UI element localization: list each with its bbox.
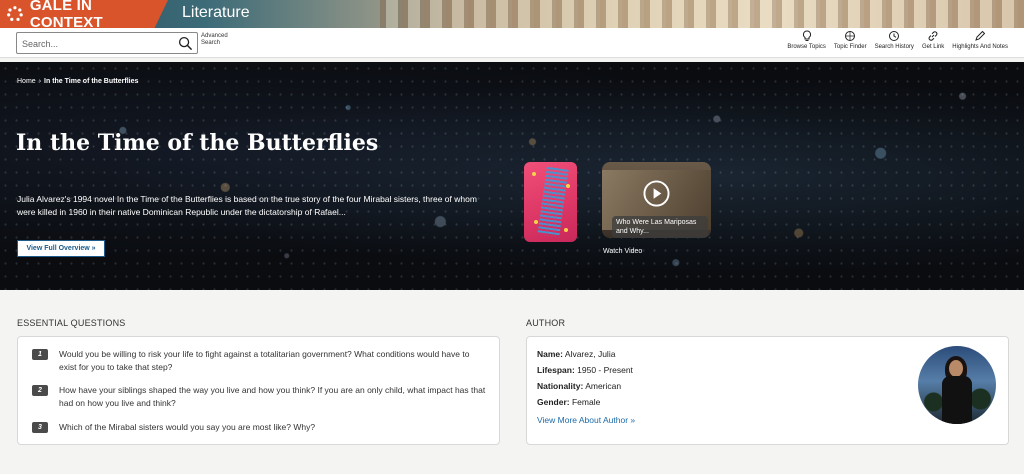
search-input[interactable] [22, 36, 172, 51]
brand-bar: GALE IN CONTEXT Literature [0, 0, 1024, 28]
topic-finder-button[interactable]: Topic Finder [834, 30, 867, 50]
photo-face [949, 360, 963, 377]
author-nationality-label: Nationality: [537, 381, 584, 391]
get-link-button[interactable]: Get Link [922, 30, 944, 50]
get-link-label: Get Link [921, 44, 945, 50]
browse-topics-label: Browse Topics [787, 44, 826, 50]
gale-logo[interactable]: GALE IN CONTEXT [0, 0, 168, 28]
author-panel: Name: Alvarez, Julia Lifespan: 1950 - Pr… [526, 336, 1009, 445]
highlights-notes-label: Highlights And Notes [952, 44, 1008, 50]
author-gender-row: Gender: Female [537, 397, 600, 407]
lightbulb-icon [802, 30, 811, 41]
cover-lettering [537, 166, 569, 238]
author-photo [918, 346, 996, 424]
breadcrumb-current: In the Time of the Butterflies [44, 78, 139, 85]
chevron-right-icon: › [38, 78, 42, 85]
view-more-about-author-link[interactable]: View More About Author » [537, 415, 635, 425]
gale-logo-icon [7, 6, 23, 21]
book-cover-image[interactable] [524, 162, 577, 242]
question-number: 2 [32, 385, 48, 396]
tool-links: Browse Topics Topic Finder Search Histor… [787, 30, 1008, 50]
list-item: 3 Which of the Mirabal sisters would you… [32, 421, 489, 434]
cover-flower [534, 220, 538, 224]
link-icon [928, 31, 938, 41]
hero-texture [0, 62, 1024, 290]
view-full-overview-button[interactable]: View Full Overview » [17, 240, 105, 257]
author-name: Alvarez, Julia [564, 349, 616, 359]
search-box [16, 32, 198, 54]
hero-banner: Home › In the Time of the Butterflies In… [0, 62, 1024, 290]
question-text: Which of the Mirabal sisters would you s… [59, 422, 316, 432]
cover-flower [564, 228, 568, 232]
breadcrumb-home[interactable]: Home [17, 78, 36, 85]
question-number: 1 [32, 349, 48, 360]
essential-questions-heading: ESSENTIAL QUESTIONS [17, 318, 126, 328]
browse-topics-button[interactable]: Browse Topics [787, 30, 826, 50]
author-nationality: American [585, 381, 622, 391]
author-lifespan-label: Lifespan: [537, 365, 575, 375]
author-heading: AUTHOR [526, 318, 566, 328]
search-toolbar: Advanced Search Browse Topics Topic Find… [0, 28, 1024, 58]
cover-flower [566, 184, 570, 188]
search-history-label: Search History [874, 44, 914, 50]
author-lifespan: 1950 - Present [577, 365, 633, 375]
highlights-notes-button[interactable]: Highlights And Notes [952, 30, 1008, 50]
essential-questions-panel: 1 Would you be willing to risk your life… [17, 336, 500, 445]
search-icon[interactable] [178, 36, 193, 51]
list-item: 1 Would you be willing to risk your life… [32, 348, 489, 374]
question-text: Would you be willing to risk your life t… [59, 349, 470, 372]
video-thumbnail[interactable]: Who Were Las Mariposas and Why... [602, 162, 711, 238]
author-name-row: Name: Alvarez, Julia [537, 349, 615, 359]
photo-body [942, 376, 972, 424]
search-history-button[interactable]: Search History [875, 30, 914, 50]
author-gender: Female [571, 397, 601, 407]
brand-name: GALE IN CONTEXT [29, 0, 103, 28]
banner-image [380, 0, 1024, 28]
author-gender-label: Gender: [537, 397, 570, 407]
author-lifespan-row: Lifespan: 1950 - Present [537, 365, 633, 375]
page-title: In the Time of the Butterflies [16, 130, 379, 156]
question-number: 3 [32, 422, 48, 433]
list-item: 2 How have your siblings shaped the way … [32, 384, 489, 410]
video-caption: Who Were Las Mariposas and Why... [612, 216, 708, 238]
topic-finder-label: Topic Finder [833, 44, 867, 50]
cover-flower [532, 172, 536, 176]
pencil-icon [975, 30, 986, 41]
breadcrumb: Home › In the Time of the Butterflies [17, 78, 138, 85]
author-nationality-row: Nationality: American [537, 381, 621, 391]
author-name-label: Name: [537, 349, 563, 359]
history-icon [889, 31, 900, 41]
topic-finder-icon [845, 31, 856, 41]
question-text: How have your siblings shaped the way yo… [59, 385, 486, 408]
product-name[interactable]: Literature [182, 4, 250, 22]
work-summary: Julia Alvarez's 1994 novel In the Time o… [17, 194, 477, 217]
play-icon[interactable] [643, 180, 670, 207]
watch-video-link[interactable]: Watch Video [603, 248, 642, 255]
advanced-search-link[interactable]: Advanced Search [201, 33, 241, 47]
